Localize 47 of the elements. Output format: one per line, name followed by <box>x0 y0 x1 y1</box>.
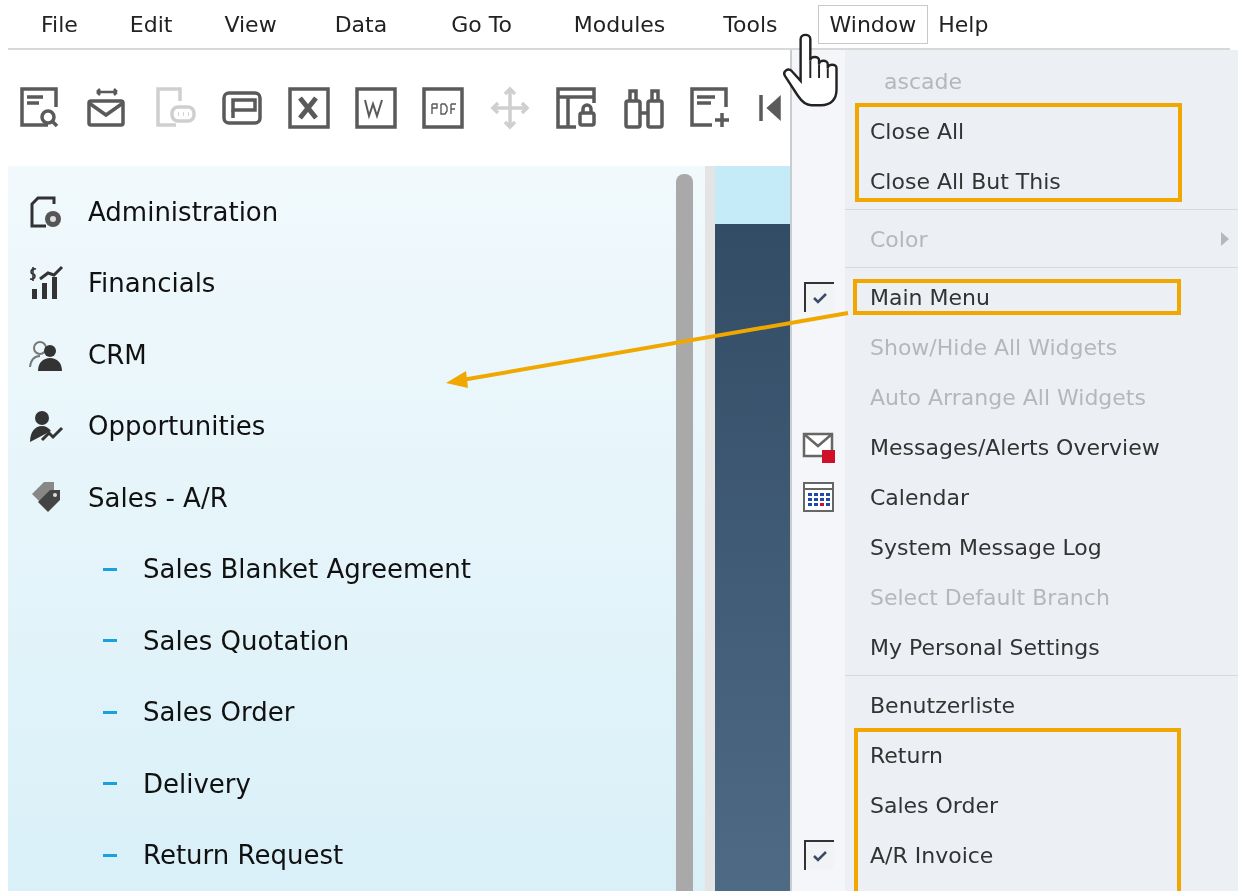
menu-item[interactable]: A/R Invoice <box>792 830 1238 880</box>
submenu-item[interactable]: Sales Order <box>143 697 295 728</box>
envelope-alert-icon <box>802 430 836 464</box>
menu-bar-item[interactable]: Help <box>927 5 1000 43</box>
calendar-icon <box>802 480 836 514</box>
submenu-item[interactable]: Sales Blanket Agreement <box>143 554 471 585</box>
menu-item[interactable]: Benutzerliste <box>792 680 1238 730</box>
menu-bar-item[interactable]: Tools <box>712 5 789 43</box>
menu-item[interactable]: Main Menu <box>792 272 1238 322</box>
checkbox[interactable] <box>804 840 834 870</box>
module-menu-item[interactable]: Administration <box>88 196 279 227</box>
submenu-item[interactable]: Delivery <box>143 768 251 799</box>
menu-bar-item[interactable]: Modules <box>562 5 677 43</box>
check-icon <box>812 850 828 862</box>
menu-item[interactable]: Close All But This <box>792 156 1238 206</box>
module-menu-item[interactable]: Opportunities <box>88 411 266 442</box>
menu-bar-item[interactable]: Data <box>323 5 399 43</box>
dash-icon <box>103 639 117 643</box>
pdf-file-icon[interactable] <box>420 85 466 131</box>
submenu-item[interactable]: Sales Quotation <box>143 625 350 656</box>
check-icon <box>812 292 828 304</box>
dash-icon <box>103 853 117 857</box>
menu-item[interactable]: System Message Log <box>792 522 1238 572</box>
dash-icon <box>103 567 117 571</box>
module-menu-item[interactable]: Financials <box>88 268 216 299</box>
module-menu-item[interactable]: CRM <box>88 339 147 370</box>
dash-icon <box>103 782 117 786</box>
checkbox[interactable] <box>804 282 834 312</box>
menu-item[interactable]: Return <box>792 730 1238 780</box>
menu-item[interactable]: Messages/Alerts Overview <box>792 422 1238 472</box>
menu-bar-item[interactable]: Edit <box>118 5 184 43</box>
module-menu-item[interactable]: Sales - A/R <box>88 482 228 513</box>
menu-bar-item[interactable]: File <box>30 5 89 43</box>
submenu-item[interactable]: Return Request <box>143 840 344 871</box>
submenu-arrow-icon <box>1220 231 1230 247</box>
dash-icon <box>103 710 117 714</box>
document-icon[interactable] <box>353 85 399 131</box>
spreadsheet-icon[interactable] <box>286 85 332 131</box>
menu-bar-item[interactable]: View <box>213 5 288 43</box>
menu-item[interactable]: Sales Order <box>792 780 1238 830</box>
person-trend-icon <box>28 408 64 445</box>
hand-cursor-icon <box>783 33 838 107</box>
bar-chart-icon <box>28 265 64 302</box>
menu-item[interactable]: My Personal Settings <box>792 622 1238 672</box>
scrollbar[interactable] <box>676 174 693 891</box>
menu-item[interactable]: Calendar <box>792 472 1238 522</box>
menu-bar-item[interactable]: Go To <box>440 5 523 43</box>
